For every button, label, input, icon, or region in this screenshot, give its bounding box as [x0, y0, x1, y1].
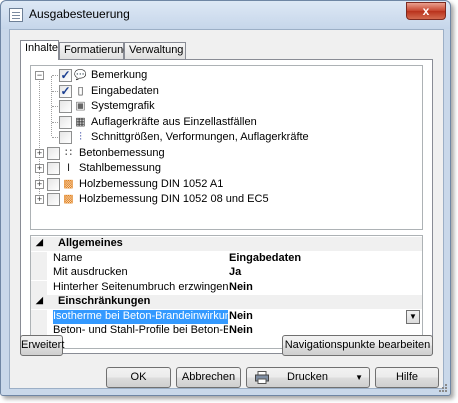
- tree-item-label: Stahlbemessung: [79, 162, 161, 174]
- property-value[interactable]: Nein: [229, 310, 253, 322]
- property-value[interactable]: Nein: [229, 324, 253, 336]
- tree-checkbox[interactable]: ✓: [59, 84, 72, 98]
- document-icon: ▯: [77, 84, 84, 97]
- content-tree[interactable]: − ✓ 💬 Bemerkung ✓ ▯ Eingabedaten ▣ Systemgrafik ▦…: [30, 65, 423, 230]
- abbrechen-button[interactable]: Abbrechen: [176, 367, 241, 388]
- property-row[interactable]: Hinterher Seitenumbruch erzwingen Nein: [31, 280, 422, 295]
- expand-icon[interactable]: +: [35, 148, 44, 158]
- tree-checkbox[interactable]: [59, 100, 72, 113]
- tree-checkbox[interactable]: ✓: [59, 69, 72, 82]
- concrete-icon: ∷: [65, 146, 72, 159]
- timber-icon: ▩: [63, 193, 74, 205]
- collapse-icon[interactable]: −: [35, 71, 44, 80]
- graphic-icon: ▣: [75, 100, 86, 112]
- navigation-points-button[interactable]: Navigationspunkte bearbeiten: [282, 335, 433, 356]
- tree-item[interactable]: − ✓ 💬 Bemerkung: [31, 68, 421, 83]
- property-name: Isotherme bei Beton-Brandeinwirkungen n: [53, 309, 228, 324]
- erweitert-button[interactable]: Erweitert: [20, 335, 64, 356]
- tree-checkbox[interactable]: [59, 131, 72, 144]
- tree-item[interactable]: + I Stahlbemessung: [31, 161, 421, 176]
- tab-inhalte[interactable]: Inhalte: [20, 40, 59, 60]
- hilfe-button[interactable]: Hilfe: [375, 367, 439, 388]
- expand-icon[interactable]: +: [35, 179, 44, 189]
- property-value[interactable]: Eingabedaten: [229, 252, 301, 264]
- property-category[interactable]: ◢ Allgemeines: [31, 237, 422, 251]
- property-row[interactable]: Isotherme bei Beton-Brandeinwirkungen nN…: [31, 309, 422, 324]
- dropdown-arrow-icon[interactable]: ▼: [355, 368, 363, 387]
- ok-button[interactable]: OK: [106, 367, 171, 388]
- dropdown-arrow-icon[interactable]: ▼: [406, 309, 420, 324]
- property-category[interactable]: ◢ Einschränkungen: [31, 295, 422, 309]
- property-category-title: Einschränkungen: [58, 295, 151, 307]
- property-category-title: Allgemeines: [58, 237, 123, 249]
- dialog-client: Inhalte Formatierung Verwaltung − ✓ 💬 Bemer…: [9, 29, 444, 389]
- tree-checkbox[interactable]: [47, 177, 60, 191]
- dialog-window: Ausgabesteuerung x Inhalte Formatierung …: [0, 0, 451, 396]
- tree-checkbox[interactable]: [47, 146, 60, 160]
- close-button[interactable]: x: [406, 2, 446, 20]
- tab-panel-inhalte: − ✓ 💬 Bemerkung ✓ ▯ Eingabedaten ▣ Systemgrafik ▦…: [20, 59, 433, 354]
- tab-formatierung[interactable]: Formatierung: [59, 42, 129, 59]
- window-title: Ausgabesteuerung: [29, 7, 130, 21]
- tree-item-label: Betonbemessung: [79, 146, 165, 159]
- timber-icon: ▩: [63, 177, 74, 190]
- tree-item-label: Holzbemessung DIN 1052 A1: [79, 177, 224, 190]
- property-grid[interactable]: ◢ Allgemeines Name Eingabedaten Mit ausdruck…: [30, 235, 423, 349]
- collapse-triangle-icon[interactable]: ◢: [36, 237, 43, 248]
- property-row[interactable]: Name Eingabedaten: [31, 251, 422, 266]
- tab-verwaltung[interactable]: Verwaltung: [124, 42, 186, 59]
- drucken-split-button[interactable]: Drucken ▼: [246, 367, 370, 388]
- property-name: Beton- und Stahl-Profile bei Beton-Brand…: [53, 324, 228, 336]
- tree-checkbox[interactable]: [47, 162, 60, 175]
- tree-checkbox[interactable]: [59, 115, 72, 129]
- expand-icon[interactable]: +: [35, 164, 44, 173]
- tree-item-label: Eingabedaten: [91, 84, 159, 97]
- expand-icon[interactable]: +: [35, 195, 44, 204]
- tree-item-label: Holzbemessung DIN 1052 08 und EC5: [79, 193, 269, 205]
- printer-icon: [255, 371, 269, 384]
- property-value[interactable]: Nein: [229, 281, 253, 293]
- tree-item[interactable]: + ▩ Holzbemessung DIN 1052 A1: [31, 177, 421, 192]
- tree-item-label: Systemgrafik: [91, 100, 155, 112]
- property-name: Name: [53, 251, 83, 264]
- comment-icon: 💬: [74, 70, 87, 81]
- steel-icon: I: [66, 162, 71, 174]
- window-icon: [9, 8, 23, 22]
- table-icon: ▦: [75, 115, 86, 128]
- resize-grip-icon[interactable]: [438, 383, 448, 393]
- tree-item-label: Bemerkung: [91, 69, 148, 81]
- tree-item[interactable]: ⫶ Schnittgrößen, Verformungen, Auflagerkr…: [31, 130, 421, 145]
- tree-checkbox[interactable]: [47, 193, 60, 206]
- tree-item[interactable]: ▣ Systemgrafik: [31, 99, 421, 114]
- tree-item[interactable]: ▦ Auflagerkräfte aus Einzellastfällen: [31, 115, 421, 130]
- property-name: Mit ausdrucken: [53, 266, 128, 278]
- property-name: Hinterher Seitenumbruch erzwingen: [53, 280, 228, 293]
- beam-icon: ⫶: [79, 131, 82, 143]
- tree-item[interactable]: + ▩ Holzbemessung DIN 1052 08 und EC5: [31, 192, 421, 207]
- title-bar[interactable]: Ausgabesteuerung x: [1, 1, 450, 29]
- tree-item-label: Schnittgrößen, Verformungen, Auflagerkrä…: [91, 131, 309, 143]
- property-row[interactable]: Mit ausdrucken Ja: [31, 266, 422, 280]
- drucken-label: Drucken: [287, 371, 328, 383]
- tree-item[interactable]: ✓ ▯ Eingabedaten: [31, 84, 421, 99]
- tree-item-label: Auflagerkräfte aus Einzellastfällen: [91, 115, 257, 128]
- tree-item[interactable]: + ∷ Betonbemessung: [31, 146, 421, 161]
- collapse-triangle-icon[interactable]: ◢: [36, 295, 43, 306]
- property-value[interactable]: Ja: [229, 266, 241, 278]
